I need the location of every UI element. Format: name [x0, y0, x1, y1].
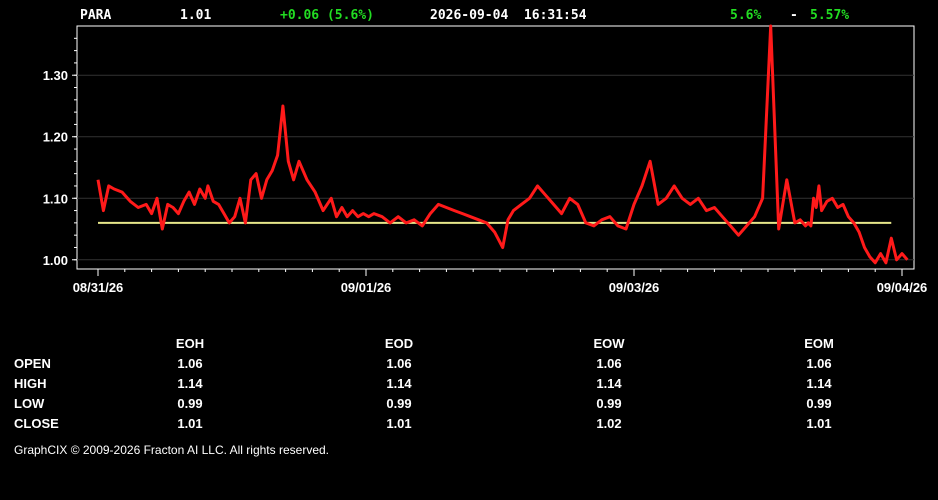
x-tick-label: 08/31/26 — [73, 280, 124, 295]
open-eod: 1.06 — [386, 356, 412, 371]
low-eod: 0.99 — [386, 396, 412, 411]
low-eoh: 0.99 — [177, 396, 203, 411]
row-label-high: HIGH — [14, 376, 47, 391]
col-header-eoh: EOH — [175, 336, 205, 351]
high-eod: 1.14 — [386, 376, 412, 391]
close-eoh: 1.01 — [177, 416, 203, 431]
x-tick-label: 09/04/26 — [877, 280, 928, 295]
close-eow: 1.02 — [596, 416, 622, 431]
col-header-eow: EOW — [593, 336, 625, 351]
high-eoh: 1.14 — [177, 376, 203, 391]
x-axis-ticks: 08/31/26 09/01/26 09/03/26 09/04/26 — [73, 269, 928, 295]
row-label-low: LOW — [14, 396, 45, 411]
high-eow: 1.14 — [596, 376, 622, 391]
y-axis-ticks: 1.00 1.10 1.20 1.30 — [43, 37, 77, 268]
low-eom: 0.99 — [806, 396, 832, 411]
price-series-line — [96, 24, 909, 265]
row-label-close: CLOSE — [14, 416, 59, 431]
open-eow: 1.06 — [596, 356, 622, 371]
open-eom: 1.06 — [806, 356, 832, 371]
close-eod: 1.01 — [386, 416, 412, 431]
close-eom: 1.01 — [806, 416, 832, 431]
y-tick-label: 1.20 — [43, 130, 68, 145]
col-header-eod: EOD — [384, 336, 414, 351]
copyright-footer: GraphCIX © 2009-2026 Fracton AI LLC. All… — [14, 443, 329, 457]
y-tick-label: 1.10 — [43, 191, 68, 206]
high-eom: 1.14 — [806, 376, 832, 391]
x-tick-label: 09/01/26 — [341, 280, 392, 295]
x-tick-label: 09/03/26 — [609, 280, 660, 295]
y-tick-label: 1.30 — [43, 68, 68, 83]
low-eow: 0.99 — [596, 396, 622, 411]
y-tick-label: 1.00 — [43, 253, 68, 268]
row-label-open: OPEN — [14, 356, 51, 371]
price-chart: 1.00 1.10 1.20 1.30 08/31/26 09/01/26 09/03/2… — [43, 24, 928, 295]
col-header-eom: EOM — [804, 336, 834, 351]
open-eoh: 1.06 — [177, 356, 203, 371]
